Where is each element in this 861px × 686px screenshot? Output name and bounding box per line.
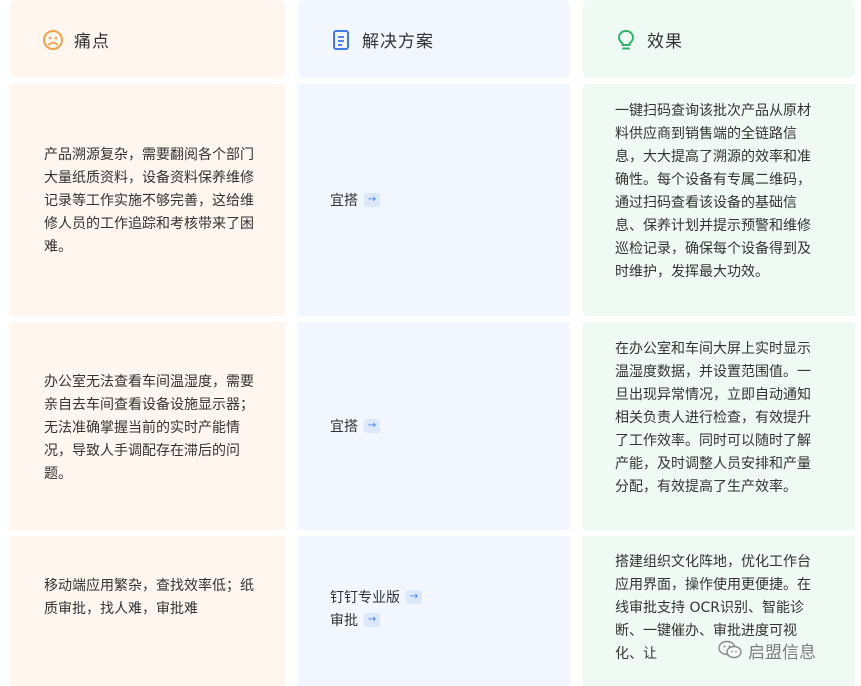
row2-pain-text: 办公室无法查看车间温湿度，需要亲自去车间查看设备设施显示器；无法准确掌握当前的实…: [44, 374, 254, 482]
solution-link-label: 审批: [330, 613, 358, 629]
row2-effect-cell: 在办公室和车间大屏上实时显示温湿度数据，并设置范围值。一旦出现异常情况，立即自动…: [583, 322, 855, 530]
row1-solution-cell: 宜搭 →: [298, 84, 570, 316]
solution-link-label: 宜搭: [330, 193, 358, 209]
solution-link-label: 宜搭: [330, 419, 358, 435]
arrow-right-icon[interactable]: →: [364, 193, 380, 207]
row3-solution-cell: 钉钉专业版 → 审批 →: [298, 536, 570, 686]
solution-link-dingtalk-pro[interactable]: 钉钉专业版 →: [330, 586, 422, 608]
row3-effect-cell: 搭建组织文化阵地，优化工作台应用界面，操作使用更便捷。在线审批支持 OCR识别、…: [583, 536, 855, 686]
watermark: 启盟信息: [718, 637, 816, 663]
row2-effect-text: 在办公室和车间大屏上实时显示温湿度数据，并设置范围值。一旦出现异常情况，立即自动…: [615, 341, 811, 495]
solution-link-yida[interactable]: 宜搭 →: [330, 189, 380, 211]
row3-pain-text: 移动端应用繁杂，查找效率低；纸质审批，找人难，审批难: [44, 578, 254, 617]
row1-effect-cell: 一键扫码查询该批次产品从原材料供应商到销售端的全链路信息，大大提高了溯源的效率和…: [583, 84, 855, 316]
arrow-right-icon[interactable]: →: [364, 419, 380, 433]
lightbulb-icon: [618, 29, 634, 49]
sad-face-icon: [43, 29, 63, 50]
row1-pain-cell: 产品溯源复杂，需要翻阅各个部门大量纸质资料，设备资料保养维修记录等工作实施不够完…: [10, 84, 285, 316]
row2-solution-cell: 宜搭 →: [298, 322, 570, 530]
header-effect: 效果: [583, 0, 855, 78]
header-pain-label: 痛点: [74, 32, 110, 52]
solution-link-yida[interactable]: 宜搭 →: [330, 415, 380, 437]
header-pain: 痛点: [10, 0, 285, 78]
solution-link-label: 钉钉专业版: [330, 590, 400, 606]
header-solution: 解决方案: [298, 0, 570, 78]
watermark-text: 启盟信息: [748, 642, 816, 663]
row1-effect-text: 一键扫码查询该批次产品从原材料供应商到销售端的全链路信息，大大提高了溯源的效率和…: [615, 103, 811, 280]
document-icon: [333, 29, 349, 50]
header-solution-label: 解决方案: [362, 32, 434, 52]
row2-pain-cell: 办公室无法查看车间温湿度，需要亲自去车间查看设备设施显示器；无法准确掌握当前的实…: [10, 322, 285, 530]
solution-link-approval[interactable]: 审批 →: [330, 609, 380, 631]
arrow-right-icon[interactable]: →: [364, 613, 380, 627]
header-effect-label: 效果: [647, 32, 683, 52]
row3-pain-cell: 移动端应用繁杂，查找效率低；纸质审批，找人难，审批难: [10, 536, 285, 686]
wechat-icon: [718, 640, 742, 659]
arrow-right-icon[interactable]: →: [406, 590, 422, 604]
row1-pain-text: 产品溯源复杂，需要翻阅各个部门大量纸质资料，设备资料保养维修记录等工作实施不够完…: [44, 147, 254, 255]
